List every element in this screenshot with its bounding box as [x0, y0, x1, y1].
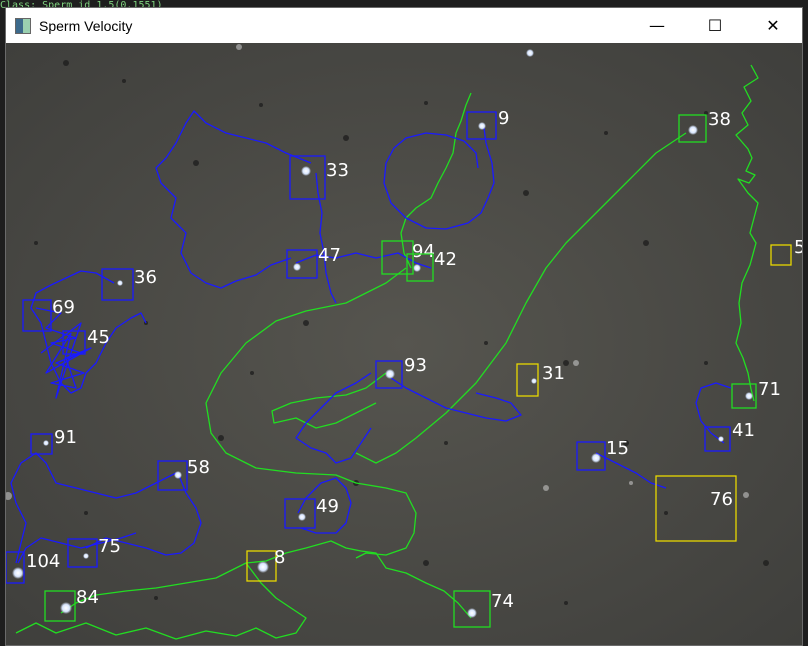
minimize-button[interactable]: — — [628, 8, 686, 43]
label-74: 74 — [491, 591, 514, 612]
label-76: 76 — [710, 489, 733, 510]
label-69: 69 — [52, 297, 75, 318]
title-bar[interactable]: Sperm Velocity — ☐ ✕ — [6, 8, 802, 43]
sperm-velocity-window: Sperm Velocity — ☐ ✕ 9 38 33 94 42 47 5 … — [5, 7, 803, 646]
app-icon — [15, 17, 31, 34]
maximize-button[interactable]: ☐ — [686, 8, 744, 43]
label-36: 36 — [134, 267, 157, 288]
label-58: 58 — [187, 457, 210, 478]
video-frame: 9 38 33 94 42 47 5 36 69 45 93 31 71 41 … — [6, 43, 802, 645]
label-5: 5 — [794, 237, 802, 258]
label-41: 41 — [732, 420, 755, 441]
label-47: 47 — [318, 245, 341, 266]
close-button[interactable]: ✕ — [744, 8, 802, 43]
label-94: 94 — [412, 241, 435, 262]
label-15: 15 — [606, 438, 629, 459]
label-31: 31 — [542, 363, 565, 384]
tracking-canvas: 9 38 33 94 42 47 5 36 69 45 93 31 71 41 … — [6, 43, 802, 645]
label-75: 75 — [98, 536, 121, 557]
label-104: 104 — [26, 551, 60, 572]
label-38: 38 — [708, 109, 731, 130]
window-controls: — ☐ ✕ — [628, 8, 802, 43]
label-71: 71 — [758, 379, 781, 400]
label-33: 33 — [326, 160, 349, 181]
label-9: 9 — [498, 108, 509, 129]
label-45: 45 — [87, 327, 110, 348]
label-42: 42 — [434, 249, 457, 270]
frame-background — [6, 43, 802, 645]
label-84: 84 — [76, 587, 99, 608]
label-49: 49 — [316, 496, 339, 517]
label-93: 93 — [404, 355, 427, 376]
window-title: Sperm Velocity — [39, 17, 133, 34]
label-8: 8 — [274, 547, 285, 568]
label-91: 91 — [54, 427, 77, 448]
